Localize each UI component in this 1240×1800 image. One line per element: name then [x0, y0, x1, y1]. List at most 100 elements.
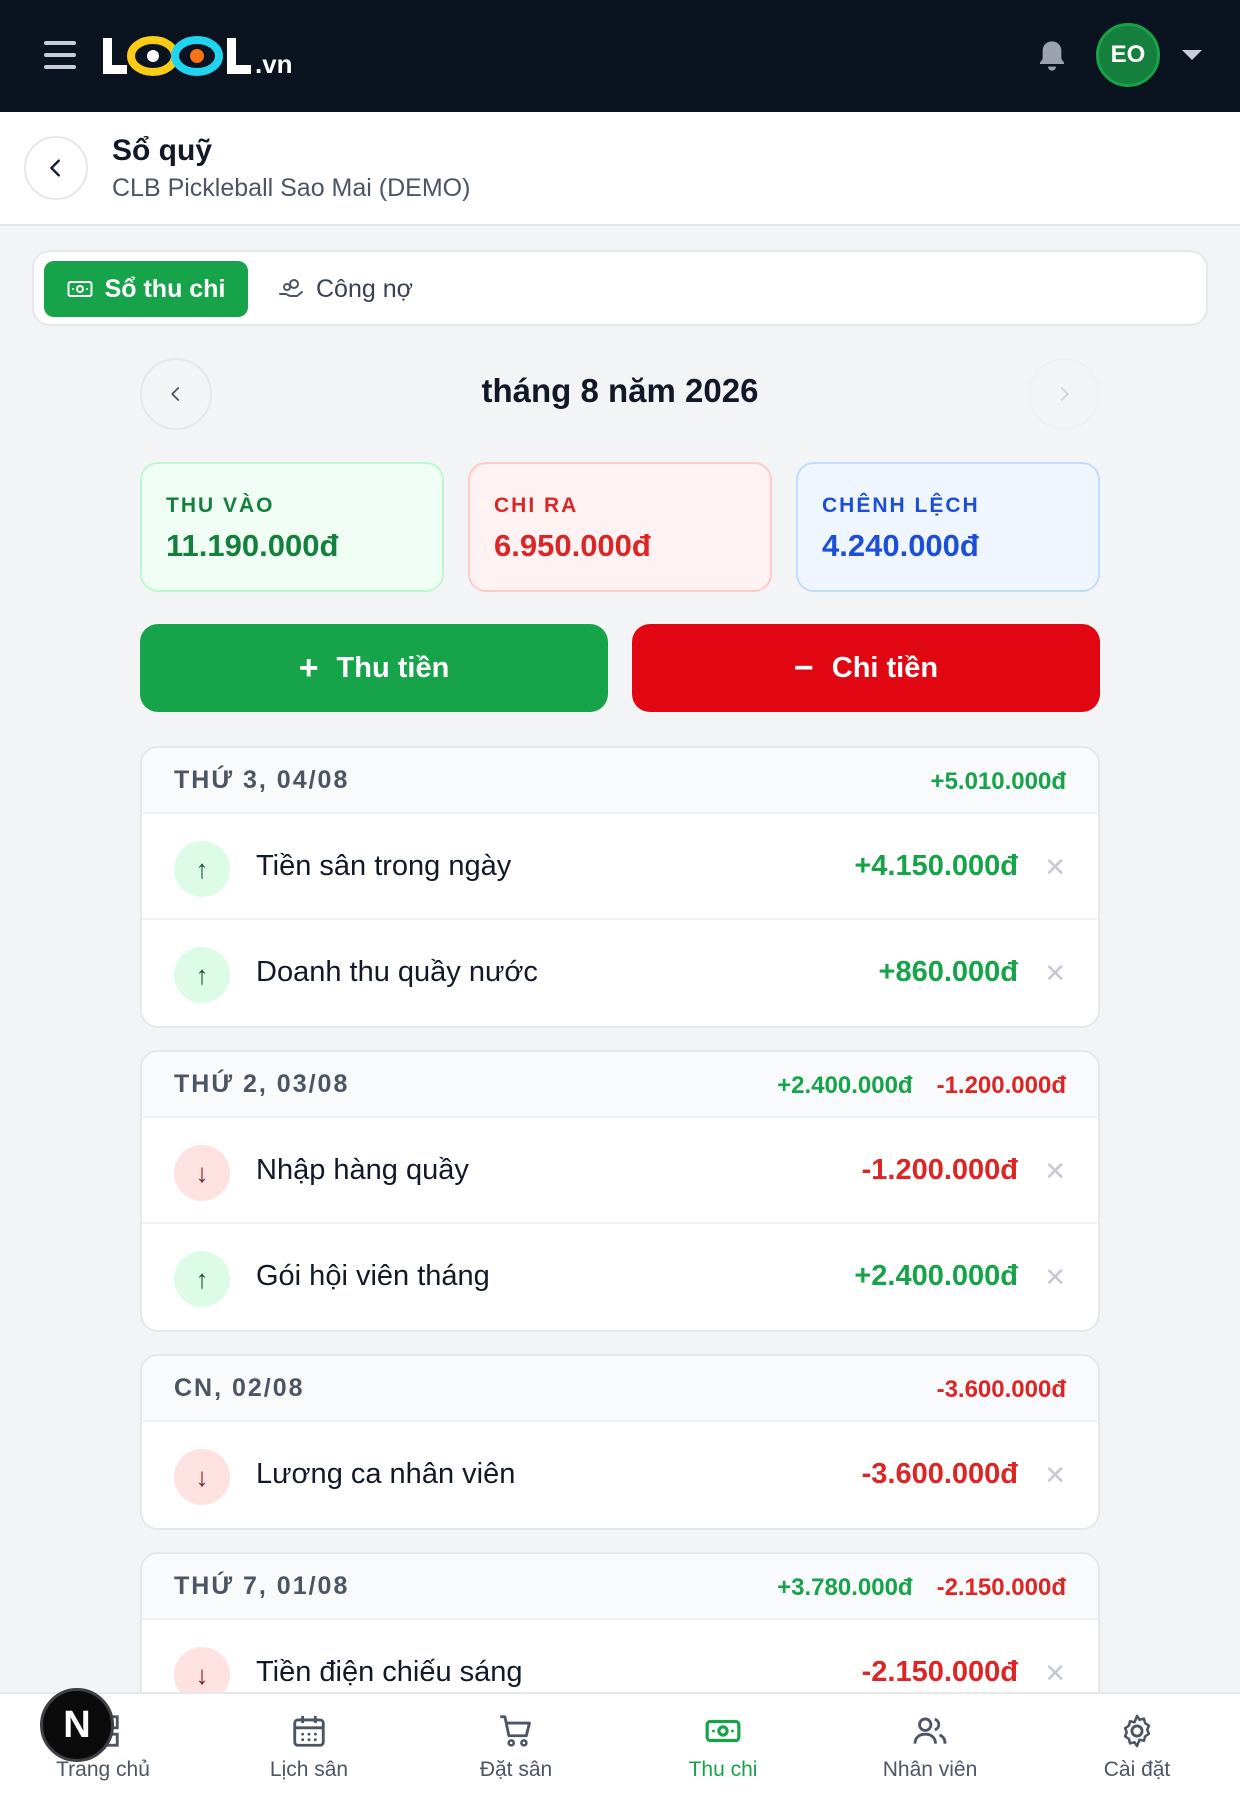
income-value: 11.190.000đ	[166, 528, 339, 563]
chevron-right-icon	[1060, 387, 1069, 401]
arrow-up-icon: ↑	[174, 1251, 230, 1307]
nav-item-booking[interactable]: Đặt sân	[413, 1712, 619, 1792]
cash-icon	[705, 1719, 741, 1743]
close-icon[interactable]: ✕	[1044, 852, 1066, 883]
expense-label: CHI RA	[494, 494, 579, 517]
transaction-title: Gói hội viên tháng	[256, 1260, 490, 1292]
day-totals: +3.780.000đ -2.150.000đ	[777, 1574, 1066, 1602]
hand-coins-icon	[279, 279, 303, 297]
calendar-icon	[293, 1715, 325, 1747]
arrow-up-icon: ↑	[174, 841, 230, 897]
transaction-title: Lương ca nhân viên	[256, 1458, 516, 1490]
close-icon[interactable]: ✕	[1044, 1262, 1066, 1293]
day-expense-total: -3.600.000đ	[936, 1376, 1066, 1403]
nav-label: Đặt sân	[479, 1758, 553, 1781]
income-summary-card: THU VÀO 11.190.000đ	[140, 462, 444, 592]
transaction-row[interactable]: ↓ Lương ca nhân viên -3.600.000đ ✕	[142, 1422, 1098, 1528]
transaction-amount: -3.600.000đ	[861, 1458, 1018, 1490]
nav-label: Lịch sân	[269, 1758, 349, 1781]
page-title: Sổ quỹ	[112, 134, 213, 167]
gear-icon	[1123, 1714, 1151, 1748]
nav-label: Nhân viên	[882, 1758, 978, 1781]
day-totals: +5.010.000đ	[931, 768, 1066, 796]
day-expense-total: -2.150.000đ	[936, 1574, 1066, 1601]
users-icon	[913, 1717, 947, 1744]
day-date: CN, 02/08	[174, 1374, 305, 1402]
transaction-title: Tiền sân trong ngày	[256, 850, 512, 882]
arrow-up-icon: ↑	[174, 947, 230, 1003]
nav-label: Trang chủ	[56, 1758, 150, 1781]
day-group: THỨ 3, 04/08 +5.010.000đ ↑ Tiền sân tron…	[140, 746, 1100, 1028]
tab-so-thu-chi[interactable]: Sổ thu chi	[44, 261, 248, 317]
add-expense-button[interactable]: − Chi tiền	[632, 624, 1100, 712]
transaction-amount: +2.400.000đ	[854, 1260, 1018, 1292]
tab-cong-no[interactable]: Công nợ	[278, 261, 413, 317]
nav-label: Cài đặt	[1103, 1758, 1171, 1781]
nav-item-settings[interactable]: Cài đặt	[1034, 1712, 1240, 1792]
expense-value: 6.950.000đ	[494, 528, 651, 563]
plus-icon: +	[298, 649, 319, 687]
day-expense-total: -1.200.000đ	[936, 1072, 1066, 1099]
close-icon[interactable]: ✕	[1044, 958, 1066, 989]
day-group: CN, 02/08 -3.600.000đ ↓ Lương ca nhân vi…	[140, 1354, 1100, 1530]
dev-tools-button[interactable]: N	[40, 1688, 114, 1762]
transaction-row[interactable]: ↑ Tiền sân trong ngày +4.150.000đ ✕	[142, 814, 1098, 920]
transaction-title: Doanh thu quầy nước	[256, 956, 538, 988]
transaction-amount: -2.150.000đ	[861, 1656, 1018, 1688]
day-header: THỨ 3, 04/08 +5.010.000đ	[142, 748, 1098, 814]
day-income-total: +2.400.000đ	[777, 1072, 913, 1099]
tab-label: Sổ thu chi	[104, 274, 226, 303]
difference-value: 4.240.000đ	[822, 528, 979, 563]
transaction-title: Nhập hàng quầy	[256, 1154, 469, 1186]
day-header: THỨ 7, 01/08 +3.780.000đ -2.150.000đ	[142, 1554, 1098, 1620]
nav-item-staff[interactable]: Nhân viên	[827, 1712, 1033, 1792]
close-icon[interactable]: ✕	[1044, 1460, 1066, 1491]
tab-label: Công nợ	[316, 274, 414, 303]
logo-suffix: .vn	[255, 48, 293, 79]
nav-label: Thu chi	[688, 1758, 758, 1781]
cash-icon	[67, 281, 93, 297]
transaction-title: Tiền điện chiếu sáng	[256, 1656, 523, 1688]
difference-label: CHÊNH LỆCH	[822, 494, 980, 517]
chevron-left-icon	[50, 159, 60, 177]
app-logo[interactable]: .vn	[103, 30, 293, 82]
menu-icon[interactable]	[44, 41, 76, 71]
logo-mark	[103, 36, 251, 76]
expense-summary-card: CHI RA 6.950.000đ	[468, 462, 772, 592]
cart-icon	[500, 1715, 531, 1747]
close-icon[interactable]: ✕	[1044, 1658, 1066, 1689]
day-date: THỨ 3, 04/08	[174, 766, 350, 794]
page-subtitle: CLB Pickleball Sao Mai (DEMO)	[112, 174, 471, 202]
transaction-amount: -1.200.000đ	[861, 1154, 1018, 1186]
difference-summary-card: CHÊNH LỆCH 4.240.000đ	[796, 462, 1100, 592]
bottom-navigation: Trang chủ Lịch sân Đặt sân Thu chi Nhân …	[0, 1692, 1240, 1800]
page-header: Sổ quỹ CLB Pickleball Sao Mai (DEMO)	[0, 112, 1240, 226]
add-income-button[interactable]: + Thu tiền	[140, 624, 608, 712]
minus-icon: −	[793, 649, 814, 687]
arrow-down-icon: ↓	[174, 1449, 230, 1505]
day-header: CN, 02/08 -3.600.000đ	[142, 1356, 1098, 1422]
transaction-amount: +860.000đ	[878, 956, 1018, 988]
next-month-button[interactable]	[1028, 358, 1100, 430]
transaction-row[interactable]: ↓ Nhập hàng quầy -1.200.000đ ✕	[142, 1118, 1098, 1224]
income-label: THU VÀO	[166, 494, 275, 517]
avatar[interactable]: EO	[1096, 23, 1160, 87]
close-icon[interactable]: ✕	[1044, 1156, 1066, 1187]
month-navigator: tháng 8 năm 2026	[140, 358, 1100, 430]
nav-item-cashbook[interactable]: Thu chi	[620, 1712, 826, 1792]
nav-item-calendar[interactable]: Lịch sân	[206, 1712, 412, 1792]
bell-icon[interactable]	[1036, 38, 1068, 74]
current-month: tháng 8 năm 2026	[481, 372, 759, 409]
day-income-total: +5.010.000đ	[930, 768, 1066, 795]
day-group: THỨ 2, 03/08 +2.400.000đ -1.200.000đ ↓ N…	[140, 1050, 1100, 1332]
transaction-row[interactable]: ↑ Doanh thu quầy nước +860.000đ ✕	[142, 920, 1098, 1026]
transaction-row[interactable]: ↑ Gói hội viên tháng +2.400.000đ ✕	[142, 1224, 1098, 1330]
chevron-down-icon[interactable]	[1182, 50, 1202, 60]
arrow-down-icon: ↓	[174, 1145, 230, 1201]
ledger-tabs: Sổ thu chi Công nợ	[32, 250, 1208, 326]
add-income-label: Thu tiền	[336, 651, 450, 684]
day-totals: +2.400.000đ -1.200.000đ	[777, 1072, 1066, 1100]
day-income-total: +3.780.000đ	[777, 1574, 913, 1601]
top-app-bar: .vn EO	[0, 0, 1240, 112]
back-button[interactable]	[24, 136, 88, 200]
